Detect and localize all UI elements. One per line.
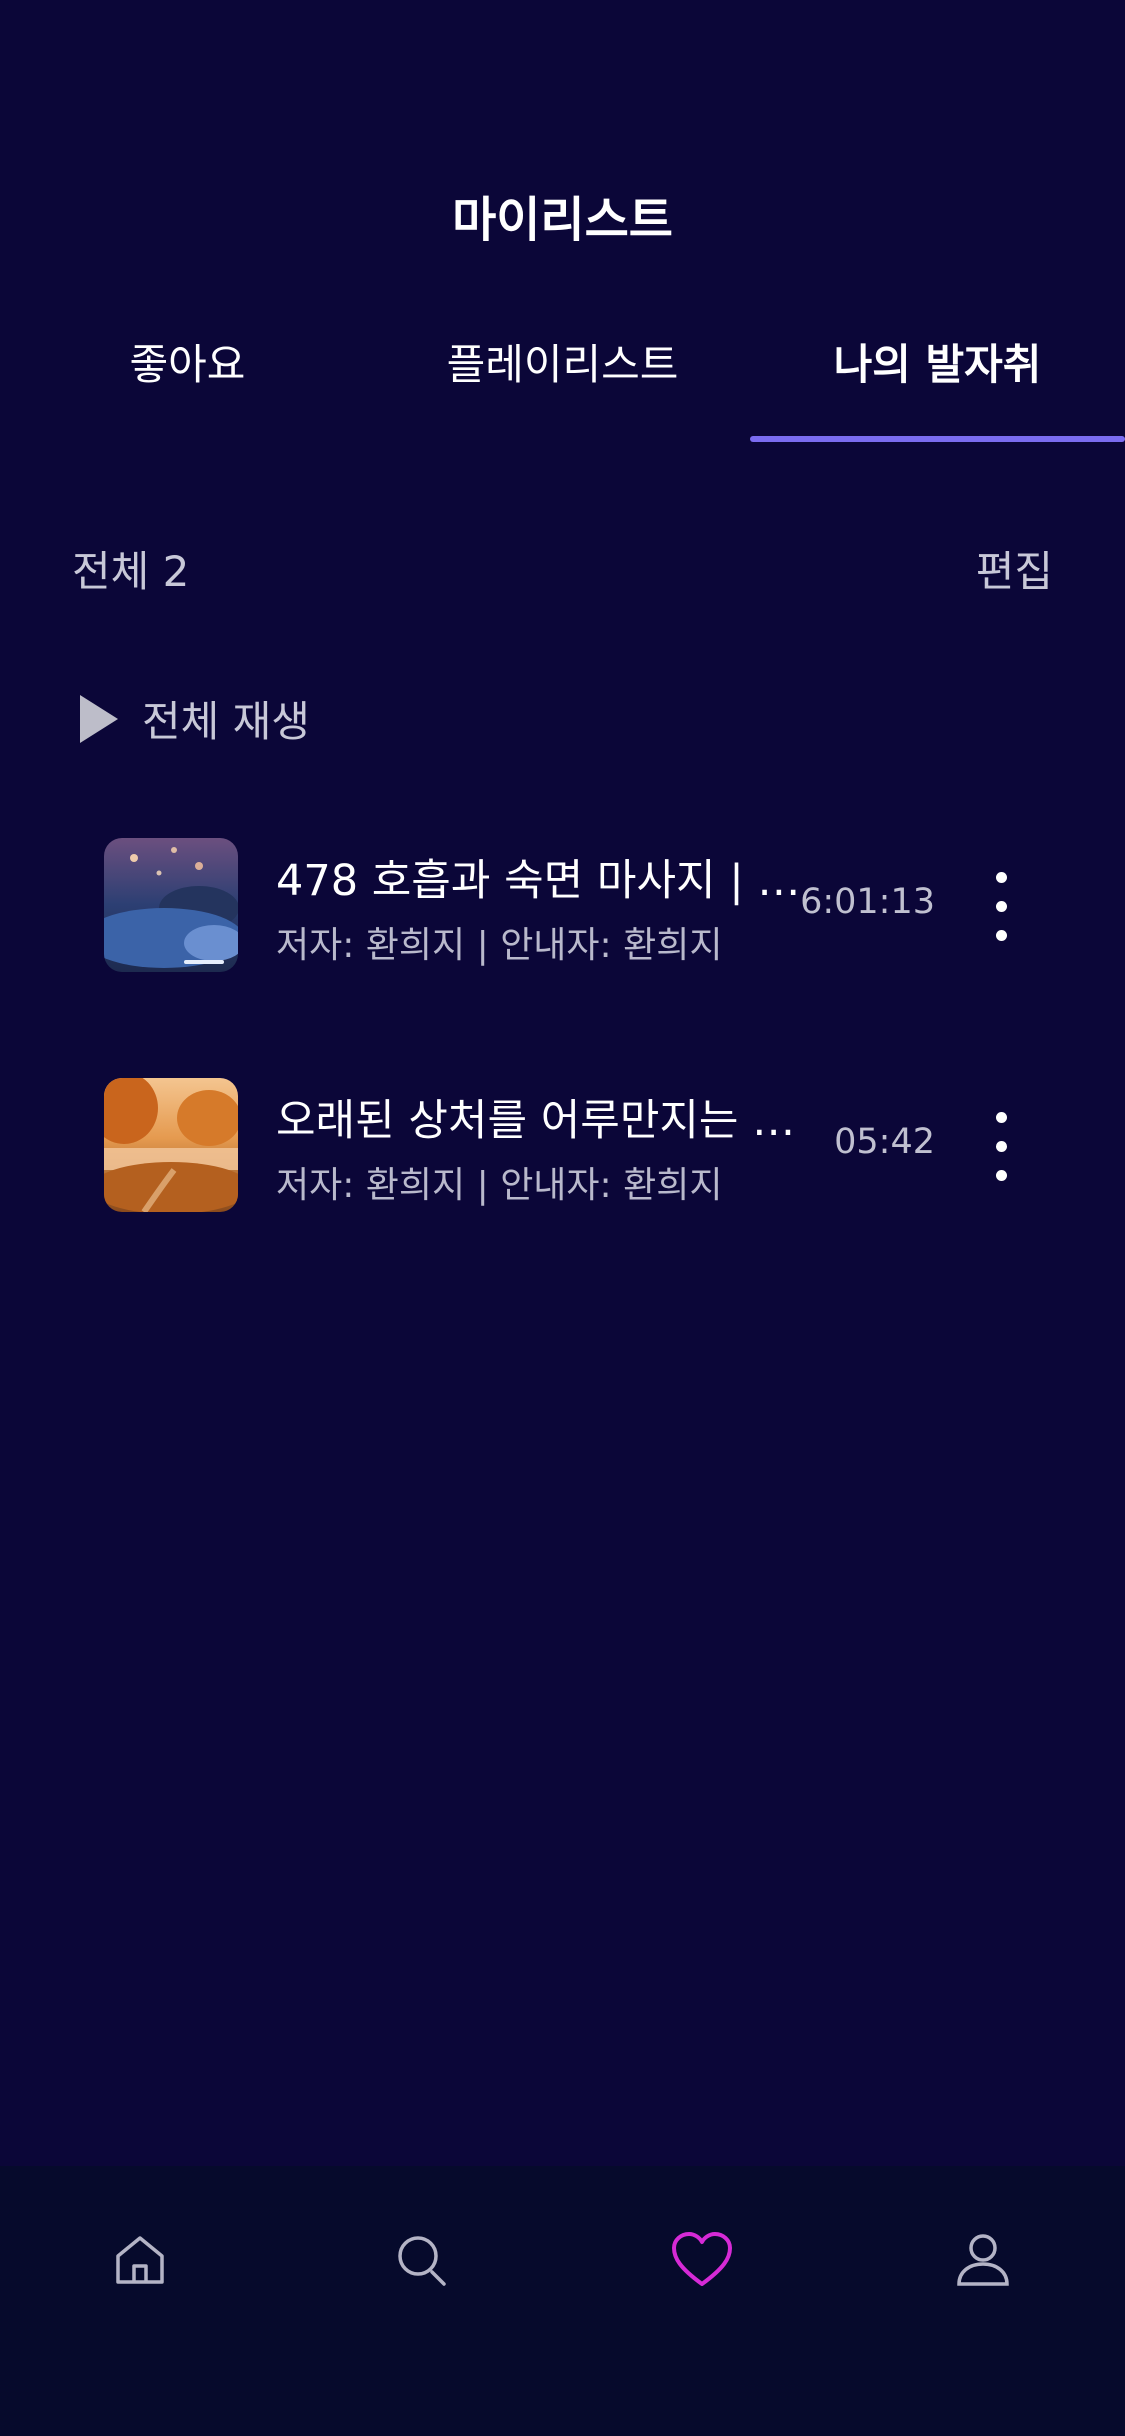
play-icon [80,694,118,743]
search-icon[interactable] [382,2220,462,2300]
tab-likes[interactable]: 좋아요 [0,330,375,400]
profile-icon[interactable] [943,2220,1023,2300]
edit-button[interactable]: 편집 [976,538,1053,599]
track-credits: 저자: 환희지 | 안내자: 환희지 [276,925,723,966]
bottom-navigation [0,2166,1125,2436]
tab-bar: 좋아요 플레이리스트 나의 발자취 [0,330,1125,450]
sleeping-person-thumbnail [104,838,238,972]
page-title: 마이리스트 [452,192,673,248]
home-icon[interactable] [100,2220,180,2300]
autumn-lake-thumbnail [104,1078,238,1212]
total-count: 전체 2 [72,547,190,596]
track-row[interactable]: 오래된 상처를 어루만지는 호… 저자: 환희지 | 안내자: 환희지 05:4… [0,1078,1125,1218]
active-tab-indicator [750,436,1125,442]
more-options-icon[interactable] [986,872,1016,942]
track-title: 478 호흡과 숙면 마사지 | BG… [276,856,824,906]
track-row[interactable]: 478 호흡과 숙면 마사지 | BG… 저자: 환희지 | 안내자: 환희지 … [0,838,1125,978]
track-title: 오래된 상처를 어루만지는 호… [276,1096,824,1146]
track-duration: 6:01:13 [800,882,935,922]
more-options-icon[interactable] [986,1112,1016,1182]
tab-my-history[interactable]: 나의 발자취 [750,330,1125,400]
tab-playlist[interactable]: 플레이리스트 [375,330,750,400]
play-all-button[interactable]: 전체 재생 [80,688,310,749]
track-duration: 05:42 [834,1122,935,1162]
track-credits: 저자: 환희지 | 안내자: 환희지 [276,1165,723,1206]
heart-icon[interactable] [662,2220,742,2300]
play-all-label: 전체 재생 [142,697,310,746]
